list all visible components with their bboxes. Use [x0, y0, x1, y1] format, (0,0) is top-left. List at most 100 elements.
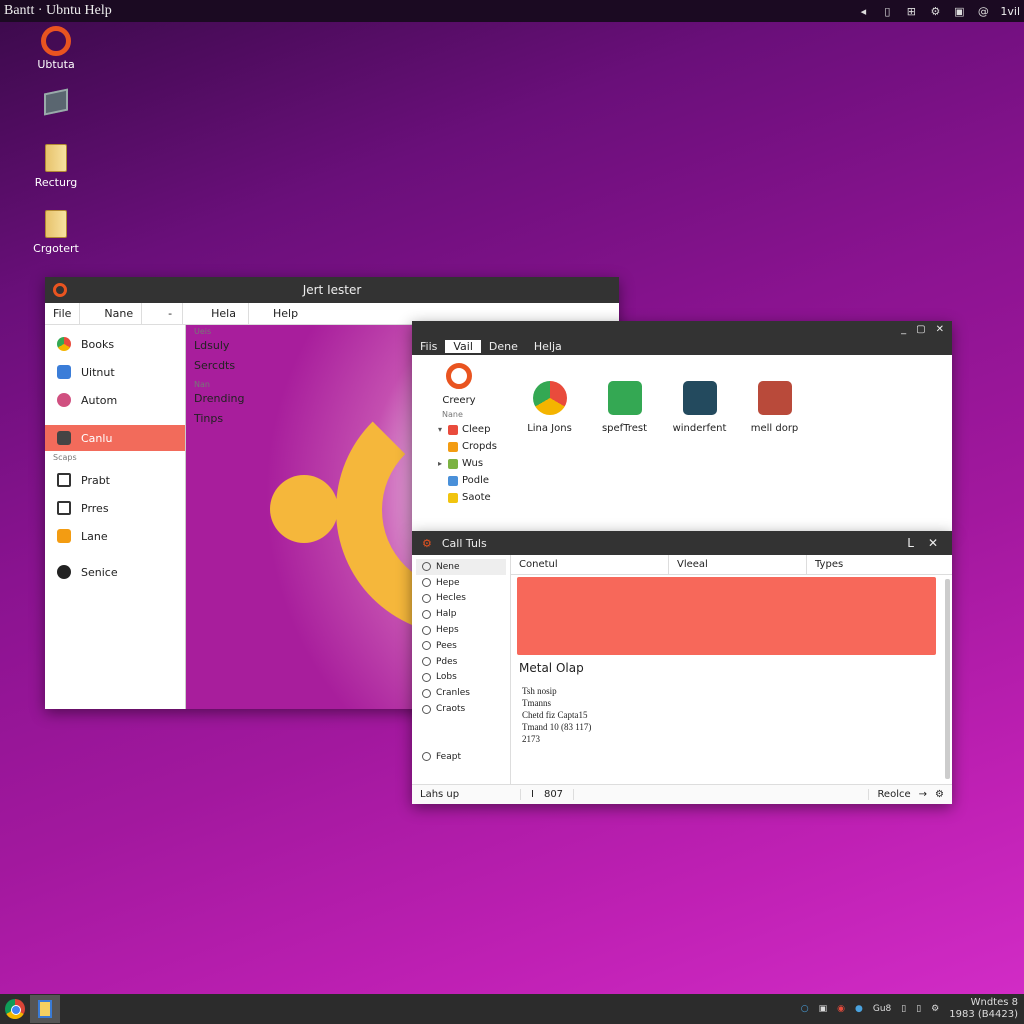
- banner-image: [517, 577, 936, 655]
- sidebar-item[interactable]: Hecles: [412, 591, 510, 607]
- window-titlebar[interactable]: _ ▢ ✕: [412, 321, 952, 337]
- tree-node[interactable]: ▸ Wus: [424, 455, 519, 472]
- sidebar-item[interactable]: Hepe: [412, 575, 510, 591]
- menu-bar: Fiis Vail Dene Helja: [412, 337, 952, 355]
- maximize-button[interactable]: ▢: [916, 324, 925, 335]
- sidebar-item-lane[interactable]: Lane: [45, 523, 185, 549]
- system-tray: ○ ▣ ◉ ● Gu8 ▯ ▯ ⚙ Wndtes 8 1983 (B4423): [801, 997, 1024, 1021]
- section-heading: Metal Olap: [519, 661, 584, 675]
- minimize-button[interactable]: _: [901, 324, 906, 335]
- battery-icon[interactable]: ▣: [952, 4, 966, 18]
- desktop-icon-label: Ubtuta: [37, 58, 75, 71]
- sidebar-item-feapt[interactable]: Feapt: [412, 749, 510, 765]
- window-icon: [422, 688, 431, 698]
- sidebar-item[interactable]: Pees: [412, 638, 510, 654]
- arrow-icon[interactable]: →: [919, 789, 927, 800]
- sidebar-item[interactable]: Craots: [412, 701, 510, 717]
- lock-icon: [57, 529, 71, 543]
- sidebar-item-autom[interactable]: Autom: [45, 387, 185, 413]
- app-winderfent[interactable]: winderfent: [662, 381, 737, 434]
- clock[interactable]: 1vil: [1000, 5, 1020, 18]
- tree-root[interactable]: Creery: [424, 363, 494, 406]
- help-icon: [422, 578, 431, 588]
- sidebar-item-prres[interactable]: Prres: [45, 495, 185, 521]
- home-icon: [422, 562, 431, 572]
- tree-node[interactable]: Podle: [424, 472, 519, 489]
- network-icon[interactable]: ⊞: [904, 4, 918, 18]
- info-icon[interactable]: ○: [801, 1004, 809, 1014]
- tray-text: Gu8: [872, 1004, 892, 1014]
- sidebar-item-prabt[interactable]: Prabt: [45, 467, 185, 493]
- desktop-icon-recturg[interactable]: Recturg: [21, 144, 91, 189]
- desktop-icon-ubuntu[interactable]: Ubtuta: [21, 26, 91, 71]
- desktop-icon-monitor[interactable]: [21, 88, 91, 120]
- taskbar-files[interactable]: [30, 995, 60, 1023]
- sidebar-item[interactable]: Lobs: [412, 670, 510, 686]
- sidebar-item-uitnut[interactable]: Uitnut: [45, 359, 185, 385]
- browser-icon[interactable]: ◉: [837, 1004, 845, 1014]
- ubuntu-logo-icon: [53, 283, 67, 297]
- taskbar-chrome[interactable]: [0, 995, 30, 1023]
- taskbar-clock[interactable]: Wndtes 8 1983 (B4423): [949, 997, 1018, 1021]
- column-vleeal[interactable]: Vleeal: [669, 555, 807, 574]
- menu-nane[interactable]: Nane: [96, 307, 141, 320]
- taskbar: ○ ▣ ◉ ● Gu8 ▯ ▯ ⚙ Wndtes 8 1983 (B4423): [0, 994, 1024, 1024]
- sidebar-item[interactable]: Heps: [412, 622, 510, 638]
- menu-dash[interactable]: -: [158, 307, 182, 320]
- cloud-icon[interactable]: ●: [855, 1004, 863, 1014]
- settings-icon[interactable]: ⚙: [928, 4, 942, 18]
- sidebar-item[interactable]: Halp: [412, 606, 510, 622]
- document-icon: [57, 473, 71, 487]
- window-titlebar[interactable]: ⚙ Call Tuls L ✕: [412, 531, 952, 555]
- spreadsheet-icon: [607, 381, 642, 415]
- status-bar: Lahs up I 807 Reolce → ⚙: [412, 784, 952, 804]
- column-conetul[interactable]: Conetul: [511, 555, 669, 574]
- menu-file[interactable]: File: [45, 307, 79, 320]
- menu-dene[interactable]: Dene: [481, 340, 526, 353]
- books-icon: [57, 337, 71, 351]
- scrollbar[interactable]: [945, 579, 950, 779]
- app-speftrest[interactable]: spefTrest: [587, 381, 662, 434]
- folder-icon: [448, 475, 458, 486]
- sidebar-item[interactable]: Cranles: [412, 685, 510, 701]
- pencil-icon: [422, 609, 431, 619]
- sidebar-item[interactable]: Nene: [416, 559, 506, 575]
- tree-node[interactable]: ▾ Cleep: [424, 421, 519, 438]
- folder-icon: [448, 424, 458, 435]
- sidebar-item[interactable]: Pdes: [412, 654, 510, 670]
- status-right[interactable]: Reolce: [868, 789, 918, 800]
- menu-fiis[interactable]: Fiis: [412, 340, 445, 353]
- app-lina-jons[interactable]: Lina Jons: [512, 381, 587, 434]
- close-button[interactable]: ✕: [928, 536, 938, 550]
- sidebar-item-canlu[interactable]: Canlu: [45, 425, 185, 451]
- app-mell-dorp[interactable]: mell dorp: [737, 381, 812, 434]
- sidebar-section-label: Scaps: [53, 453, 77, 462]
- settings-icon[interactable]: ⚙: [935, 789, 944, 800]
- expand-arrow-icon[interactable]: ▾: [438, 425, 448, 434]
- column-header: Conetul Vleeal Types: [511, 555, 952, 575]
- browser-icon: [532, 381, 567, 415]
- tree-node[interactable]: Cropds: [424, 438, 519, 455]
- menu-help[interactable]: Help: [265, 307, 306, 320]
- speaker-icon[interactable]: ◂: [856, 4, 870, 18]
- sidebar-item-books[interactable]: Books: [45, 331, 185, 357]
- sidebar-item-senice[interactable]: Senice: [45, 559, 185, 585]
- screen-icon: [57, 501, 71, 515]
- tree-node[interactable]: Saote: [424, 489, 519, 506]
- menu-vail[interactable]: Vail: [445, 339, 481, 353]
- minimize-button[interactable]: L: [907, 536, 914, 550]
- column-types[interactable]: Types: [807, 555, 952, 574]
- close-button[interactable]: ✕: [936, 324, 944, 335]
- window-titlebar[interactable]: Jert Iester: [45, 277, 619, 303]
- menu-hela[interactable]: Hela: [199, 307, 248, 320]
- user-icon[interactable]: @: [976, 4, 990, 18]
- ubuntu-logo-icon: [41, 26, 71, 56]
- calendar-icon[interactable]: ▯: [880, 4, 894, 18]
- save-icon[interactable]: ▣: [819, 1004, 828, 1014]
- pages-icon: [422, 657, 431, 667]
- ubuntu-logo-dot: [270, 475, 338, 543]
- menu-helja[interactable]: Helja: [526, 340, 570, 353]
- expand-arrow-icon[interactable]: ▸: [438, 459, 448, 468]
- desktop-icon-crgotert[interactable]: Crgotert: [21, 210, 91, 255]
- window-title: Call Tuls: [441, 536, 487, 550]
